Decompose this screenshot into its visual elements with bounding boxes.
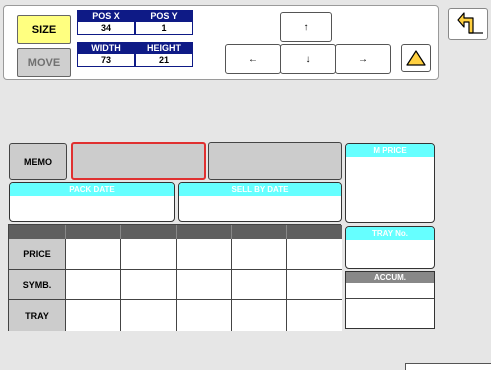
- pos-y-value[interactable]: 1: [135, 22, 193, 35]
- pos-x-header: POS X: [77, 10, 135, 22]
- move-mode-button[interactable]: MOVE: [17, 48, 71, 77]
- grid-header-cell: [287, 225, 342, 239]
- grid-cell[interactable]: [121, 270, 177, 300]
- tray-no-field[interactable]: TRAY No.: [345, 226, 435, 269]
- blank-field[interactable]: [208, 142, 342, 180]
- sell-by-date-label: SELL BY DATE: [179, 183, 341, 196]
- grid-cell[interactable]: [232, 270, 287, 300]
- grid-cell[interactable]: [232, 239, 287, 270]
- accum-divider: [346, 298, 434, 299]
- arrow-right-icon: →: [358, 53, 368, 65]
- pos-y-header: POS Y: [135, 10, 193, 22]
- grid-cell[interactable]: [121, 239, 177, 270]
- arrow-left-button[interactable]: ←: [225, 44, 281, 74]
- memo-button[interactable]: MEMO: [9, 143, 67, 180]
- warning-triangle-icon: [406, 50, 426, 66]
- arrow-right-button[interactable]: →: [335, 44, 391, 74]
- grid-cell[interactable]: [287, 270, 342, 300]
- grid-header-cell: [66, 225, 121, 239]
- grid-cell[interactable]: [121, 300, 177, 331]
- arrow-up-button[interactable]: ↑: [280, 12, 332, 42]
- grid-row-label-tray: TRAY: [9, 300, 66, 331]
- grid-header-cell: [177, 225, 232, 239]
- grid-cell[interactable]: [287, 300, 342, 331]
- grid-cell[interactable]: [232, 300, 287, 331]
- height-header: HEIGHT: [135, 42, 193, 54]
- warning-button[interactable]: [401, 44, 431, 72]
- pos-x-value[interactable]: 34: [77, 22, 135, 35]
- grid-cell[interactable]: [66, 270, 121, 300]
- arrow-down-icon: ↓: [305, 53, 311, 65]
- m-price-label: M PRICE: [346, 144, 434, 157]
- grid-cell[interactable]: [177, 300, 232, 331]
- accum-field[interactable]: ACCUM.: [345, 271, 435, 329]
- grid-header-cell: [9, 225, 66, 239]
- grid-row-label-price: PRICE: [9, 239, 66, 270]
- return-arrow-icon: [457, 12, 483, 34]
- accum-label: ACCUM.: [346, 272, 434, 283]
- grid-cell[interactable]: [177, 270, 232, 300]
- grid-cell[interactable]: [177, 239, 232, 270]
- width-header: WIDTH: [77, 42, 135, 54]
- grid-cell[interactable]: [66, 239, 121, 270]
- pack-date-label: PACK DATE: [10, 183, 174, 196]
- back-button[interactable]: [448, 8, 488, 40]
- m-price-field[interactable]: M PRICE: [345, 143, 435, 223]
- grid-header-cell: [232, 225, 287, 239]
- sell-by-date-field[interactable]: SELL BY DATE: [178, 182, 342, 222]
- height-value[interactable]: 21: [135, 54, 193, 67]
- size-mode-button[interactable]: SIZE: [17, 15, 71, 44]
- grid-header-cell: [121, 225, 177, 239]
- arrow-up-icon: ↑: [303, 21, 309, 33]
- item-grid: PRICE SYMB. TRAY: [8, 224, 342, 331]
- arrow-down-button[interactable]: ↓: [280, 44, 336, 74]
- tray-no-label: TRAY No.: [346, 227, 434, 240]
- grid-cell[interactable]: [66, 300, 121, 331]
- arrow-left-icon: ←: [248, 53, 258, 65]
- bottom-tab: [405, 363, 491, 370]
- grid-cell[interactable]: [287, 239, 342, 270]
- width-value[interactable]: 73: [77, 54, 135, 67]
- pack-date-field[interactable]: PACK DATE: [9, 182, 175, 222]
- grid-row-label-symb: SYMB.: [9, 270, 66, 300]
- position-size-panel: SIZE MOVE POS X 34 POS Y 1 WIDTH 73 HEIG…: [3, 5, 439, 80]
- selected-field[interactable]: [71, 142, 206, 180]
